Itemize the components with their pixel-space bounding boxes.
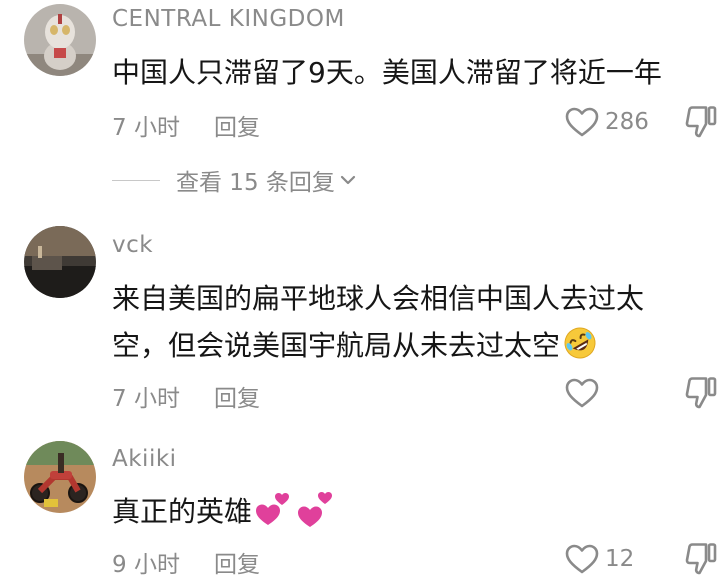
chevron-down-icon	[340, 175, 355, 185]
dislike-button[interactable]	[684, 105, 718, 143]
reply-button[interactable]: 回复	[214, 552, 260, 578]
comment-line: 来自美国的扁平地球人会相信中国人去过太	[112, 282, 645, 315]
like-button[interactable]: 286	[565, 102, 649, 142]
comment-timestamp: 7 小时	[112, 115, 180, 141]
comment-meta: 7 小时 回复	[112, 108, 260, 142]
comment-line: 中国人只滞留了9天。美国人滞留了将近一年	[112, 56, 662, 89]
divider	[112, 179, 160, 181]
thumbs-down-icon	[685, 543, 717, 575]
motorcycle-avatar	[24, 441, 96, 513]
reply-button[interactable]: 回复	[214, 115, 260, 141]
heart-outline-icon	[565, 107, 599, 137]
dark-room-avatar	[24, 226, 96, 298]
dislike-button[interactable]	[684, 376, 718, 414]
thumbs-down-icon	[685, 106, 717, 138]
comment-text: 来自美国的扁平地球人会相信中国人去过太 空，但会说美国宇航局从未去过太空	[112, 275, 644, 369]
comment-text: 真正的英雄	[112, 488, 338, 535]
thumbs-down-icon	[685, 377, 717, 409]
rolling-on-floor-laughing-emoji	[564, 327, 596, 359]
comment-timestamp: 9 小时	[112, 552, 180, 578]
heart-outline-icon	[565, 378, 599, 408]
like-count: 286	[605, 109, 649, 135]
like-button[interactable]	[565, 373, 605, 413]
reply-button[interactable]: 回复	[214, 386, 260, 412]
dislike-button[interactable]	[684, 542, 718, 580]
two-hearts-emoji	[256, 492, 333, 527]
figurine-avatar	[24, 4, 96, 76]
comment-text: 中国人只滞留了9天。美国人滞留了将近一年	[112, 49, 662, 96]
comment-username[interactable]: Akiiki	[112, 446, 177, 472]
comment-meta: 9 小时 回复	[112, 545, 260, 579]
comment-line: 空，但会说美国宇航局从未去过太空	[112, 329, 561, 362]
comment-line: 真正的英雄	[112, 495, 253, 528]
user-avatar[interactable]	[24, 226, 96, 298]
like-button[interactable]: 12	[565, 539, 634, 579]
user-avatar[interactable]	[24, 441, 96, 513]
comment-username[interactable]: CENTRAL KINGDOM	[112, 6, 345, 32]
comment-line-with-emoji: 空，但会说美国宇航局从未去过太空	[112, 322, 644, 369]
comment-timestamp: 7 小时	[112, 386, 180, 412]
view-replies-button[interactable]: 查看 15 条回复	[112, 160, 357, 200]
comment-meta: 7 小时 回复	[112, 379, 260, 413]
view-replies-label: 查看 15 条回复	[176, 170, 335, 196]
heart-outline-icon	[565, 544, 599, 574]
like-count: 12	[605, 546, 635, 572]
user-avatar[interactable]	[24, 4, 96, 76]
comment-username[interactable]: vck	[112, 232, 153, 258]
